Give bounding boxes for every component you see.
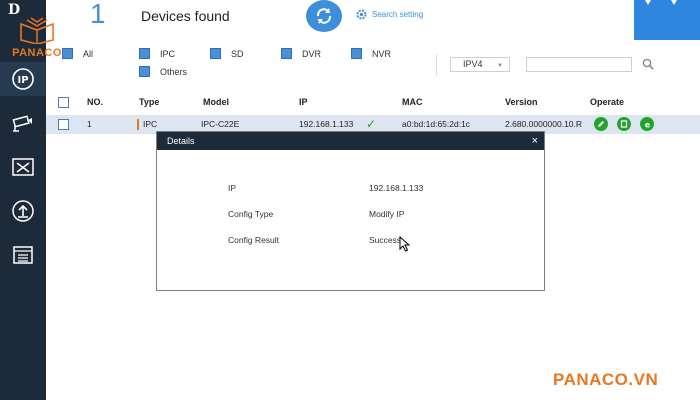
column-header-type: Type	[139, 97, 160, 107]
column-header-no: NO.	[87, 97, 104, 107]
filter-sd[interactable]: SD	[210, 48, 244, 59]
search-input[interactable]	[526, 57, 632, 72]
filter-all-checkbox[interactable]	[62, 48, 73, 59]
chevron-down-icon: ▼	[497, 63, 503, 69]
svg-text:IP: IP	[17, 75, 28, 86]
search-icon[interactable]	[642, 58, 654, 70]
camera-icon	[12, 115, 32, 132]
filter-others[interactable]: Others	[139, 66, 187, 77]
details-button[interactable]	[617, 117, 631, 131]
pin-icon[interactable]	[644, 0, 652, 5]
row-no: 1	[87, 119, 92, 129]
filter-others-checkbox[interactable]	[139, 66, 150, 77]
filter-nvr-label: NVR	[372, 48, 392, 59]
ip-version-select[interactable]: IPV4 ▼	[450, 57, 510, 72]
dialog-header: Details ×	[157, 132, 544, 150]
brand-watermark: PANACO.VN	[553, 370, 659, 389]
dialog-title: Details	[167, 136, 195, 146]
gear-icon	[356, 9, 367, 20]
detail-value-ip: 192.168.1.133	[369, 183, 424, 193]
column-header-mac: MAC	[402, 97, 423, 107]
column-header-version: Version	[505, 97, 538, 107]
detail-label-config-result: Config Result	[228, 235, 280, 245]
filter-nvr-checkbox[interactable]	[351, 48, 362, 59]
search-setting-button[interactable]: Search setting	[355, 8, 423, 21]
upgrade-icon	[12, 200, 34, 222]
filter-sd-label: SD	[231, 48, 244, 59]
document-icon	[620, 120, 628, 128]
row-type-label: IPC	[143, 119, 158, 129]
sidebar-item-tools[interactable]	[0, 151, 46, 185]
search-setting-label: Search setting	[372, 10, 424, 19]
list-icon	[13, 246, 33, 264]
filter-ipc-checkbox[interactable]	[139, 48, 150, 59]
filter-nvr[interactable]: NVR	[351, 48, 391, 59]
filter-divider	[436, 54, 437, 76]
filter-ipc-label: IPC	[160, 48, 176, 59]
detail-label-config-type: Config Type	[228, 209, 274, 219]
row-type: IPC	[137, 115, 157, 134]
ip-version-value: IPV4	[463, 59, 483, 69]
pencil-icon	[598, 121, 604, 127]
window-controls-panel	[634, 0, 700, 40]
page-title: Devices found	[141, 8, 230, 24]
table-header: NO. Type Model IP MAC Version Operate	[46, 92, 700, 112]
filter-dvr[interactable]: DVR	[281, 48, 321, 59]
filter-dvr-label: DVR	[302, 48, 322, 59]
filter-others-label: Others	[160, 66, 188, 77]
device-type-filters: All IPC SD DVR NVR Others IPV4 ▼	[46, 44, 700, 86]
column-header-model: Model	[203, 97, 229, 107]
mouse-cursor-icon	[399, 236, 410, 252]
select-all-checkbox[interactable]	[58, 92, 69, 112]
ip-icon: IP	[12, 68, 34, 90]
svg-text:e: e	[644, 120, 650, 129]
refresh-icon	[316, 8, 332, 24]
detail-label-ip: IP	[228, 183, 237, 193]
filter-ipc[interactable]: IPC	[139, 48, 175, 59]
sidebar: D IP	[0, 0, 46, 400]
filter-sd-checkbox[interactable]	[210, 48, 221, 59]
header: 1 Devices found Search setting	[46, 0, 700, 40]
edit-button[interactable]	[594, 117, 608, 131]
sidebar-item-upgrade[interactable]	[0, 194, 46, 228]
sidebar-item-ip[interactable]: IP	[0, 62, 46, 96]
sidebar-item-list[interactable]	[0, 238, 46, 272]
filter-all[interactable]: All	[62, 48, 93, 59]
browser-icon: e	[644, 120, 650, 129]
detail-value-config-type: Modify IP	[369, 209, 405, 219]
details-dialog: Details × IP 192.168.1.133 Config Type M…	[156, 131, 545, 291]
column-header-ip: IP	[299, 97, 308, 107]
column-header-operate: Operate	[590, 97, 625, 107]
device-count: 1	[90, 0, 106, 29]
close-icon[interactable]	[670, 0, 678, 5]
filter-dvr-checkbox[interactable]	[281, 48, 292, 59]
close-icon[interactable]: ×	[532, 132, 538, 150]
filter-all-label: All	[83, 48, 94, 59]
sidebar-item-camera[interactable]	[0, 106, 46, 140]
type-marker	[137, 119, 139, 131]
refresh-button[interactable]	[306, 0, 342, 32]
tools-icon	[12, 158, 34, 176]
web-button[interactable]: e	[640, 117, 654, 131]
detail-value-config-result: Success	[369, 235, 402, 245]
row-checkbox[interactable]	[58, 115, 69, 134]
